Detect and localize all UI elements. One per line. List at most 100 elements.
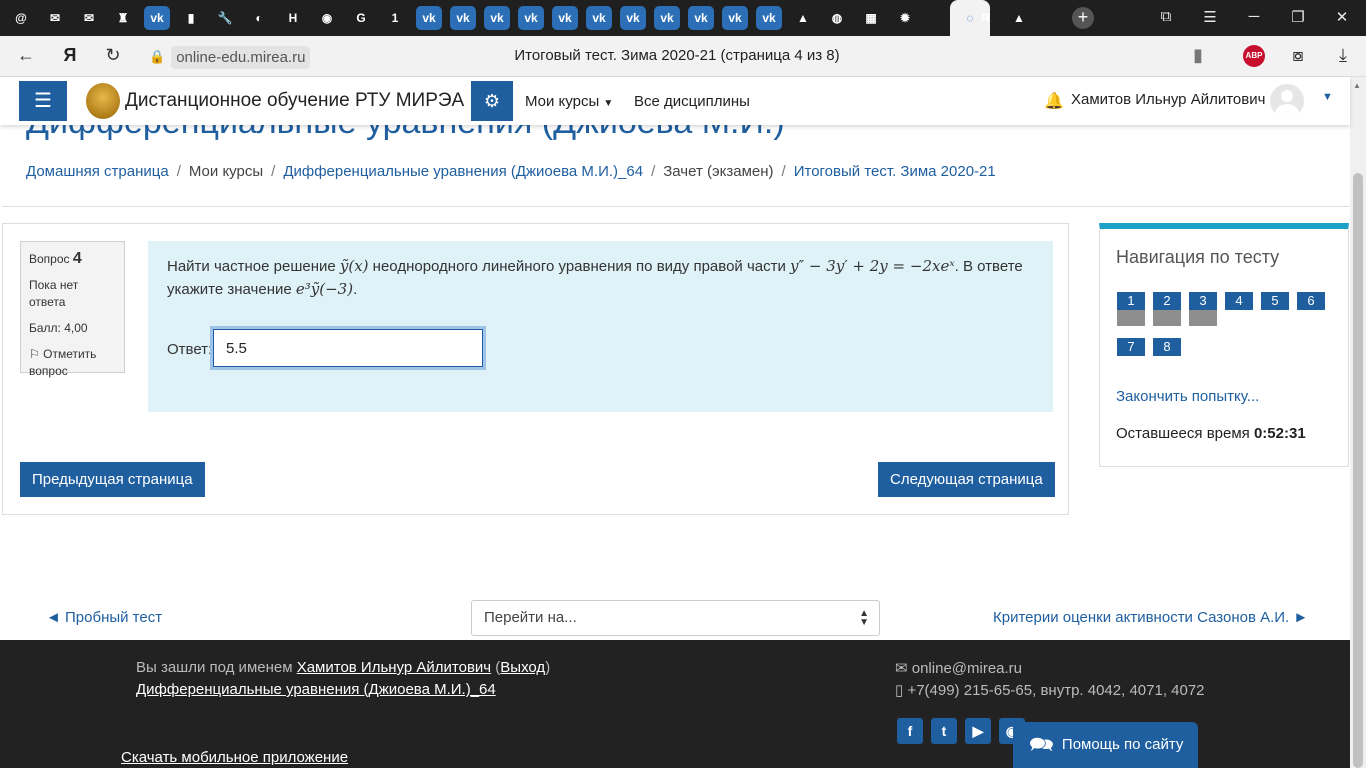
browser-tab[interactable]: vk — [484, 6, 510, 30]
browser-tab[interactable]: vk — [450, 6, 476, 30]
browser-tab[interactable]: @ — [8, 6, 34, 30]
back-arrow-icon[interactable]: ← — [14, 45, 38, 66]
mobile-app-link[interactable]: Скачать мобильное приложение — [121, 749, 348, 766]
breadcrumb-my-courses[interactable]: Мои курсы — [189, 163, 263, 180]
browser-tab[interactable]: G — [348, 6, 374, 30]
browser-tab[interactable]: ✉ — [76, 6, 102, 30]
user-caret-icon[interactable]: ▼ — [1322, 91, 1333, 103]
browser-tab[interactable]: vk — [416, 6, 442, 30]
browser-tab[interactable]: ▮ — [178, 6, 204, 30]
help-button[interactable]: 🗪 Помощь по сайту — [1013, 722, 1198, 768]
next-activity-link[interactable]: Критерии оценки активности Сазонов А.И. … — [993, 609, 1308, 626]
quiz-nav-button-state — [1153, 356, 1181, 368]
collections-icon[interactable]: ⧉ — [1156, 8, 1176, 25]
quiz-nav-button[interactable]: 1 — [1117, 292, 1145, 326]
breadcrumb-course[interactable]: Дифференциальные уравнения (Джиоева М.И.… — [283, 163, 643, 180]
url-field[interactable]: 🔒 online-edu.mirea.ru — [143, 44, 316, 70]
browser-tab[interactable]: vk — [688, 6, 714, 30]
jump-to-select[interactable]: Перейти на... ▲ ▼ — [471, 600, 880, 636]
browser-tab[interactable]: vk — [518, 6, 544, 30]
quiz-nav-button[interactable]: 2 — [1153, 292, 1181, 326]
twitter-icon[interactable]: t — [931, 718, 957, 744]
browser-tab[interactable]: ✉ — [42, 6, 68, 30]
quiz-nav-button-state — [1117, 356, 1145, 368]
footer-course-link[interactable]: Дифференциальные уравнения (Джиоева М.И.… — [136, 681, 496, 698]
site-logo[interactable] — [86, 83, 120, 119]
browser-tab[interactable]: ▲ — [790, 6, 816, 30]
facebook-icon[interactable]: f — [897, 718, 923, 744]
quiz-nav-button-number: 7 — [1117, 338, 1145, 356]
browser-tab[interactable]: vk — [620, 6, 646, 30]
scrollbar-thumb[interactable] — [1353, 173, 1363, 768]
gears-icon[interactable]: ⚙ — [471, 81, 513, 121]
youtube-icon[interactable]: ▶ — [965, 718, 991, 744]
quiz-nav-button[interactable]: 8 — [1153, 338, 1181, 368]
browser-tab[interactable]: vk — [144, 6, 170, 30]
browser-tab[interactable]: vk — [722, 6, 748, 30]
user-menu-name[interactable]: Хамитов Ильнур Айлитович — [1071, 91, 1265, 108]
browser-tab[interactable]: vk — [586, 6, 612, 30]
finish-attempt-link[interactable]: Закончить попытку... — [1116, 388, 1259, 405]
next-page-button[interactable]: Следующая страница — [878, 462, 1055, 497]
quiz-nav-button-number: 8 — [1153, 338, 1181, 356]
quiz-nav-button[interactable]: 6 — [1297, 292, 1325, 322]
browser-tab[interactable]: vk — [756, 6, 782, 30]
app-icon: ◉ — [321, 11, 333, 25]
region-main: Вопрос 4 Пока нет ответа Балл: 4,00 ⚐ От… — [2, 223, 1069, 515]
breadcrumb-section[interactable]: Зачет (экзамен) — [663, 163, 773, 180]
maximize-button[interactable]: ❐ — [1288, 8, 1308, 26]
close-button[interactable]: ✕ — [1332, 8, 1352, 26]
browser-tab[interactable]: ◉ — [314, 6, 340, 30]
browser-tab[interactable]: vk — [654, 6, 680, 30]
all-disciplines-link[interactable]: Все дисциплины — [634, 93, 750, 110]
extension-icon[interactable]: ⧇ — [1286, 45, 1310, 66]
previous-page-button[interactable]: Предыдущая страница — [20, 462, 205, 497]
minimize-button[interactable]: ─ — [1244, 8, 1264, 25]
answer-input[interactable] — [213, 329, 483, 367]
browser-tab[interactable]: vk — [552, 6, 578, 30]
browser-tab[interactable]: H — [280, 6, 306, 30]
app-icon: G — [356, 11, 366, 25]
menu-icon[interactable]: ☰ — [1200, 8, 1220, 26]
quiz-nav-button[interactable]: 5 — [1261, 292, 1289, 322]
quiz-nav-button[interactable]: 7 — [1117, 338, 1145, 368]
prev-activity-link[interactable]: ◄ Пробный тест — [46, 609, 162, 626]
breadcrumb-home[interactable]: Домашняя страница — [26, 163, 169, 180]
browser-tab[interactable]: ♜ — [110, 6, 136, 30]
bookmark-icon[interactable]: ▮ — [1186, 45, 1210, 66]
yandex-icon: Я — [980, 11, 990, 25]
browser-tab[interactable]: 1 — [382, 6, 408, 30]
logout-link[interactable]: Выход — [500, 659, 545, 676]
adblock-icon[interactable]: ABP — [1243, 45, 1265, 67]
yandex-icon[interactable]: Я — [58, 45, 82, 66]
logged-in-info: Вы зашли под именем Хамитов Ильнур Айлит… — [136, 659, 551, 676]
browser-tab[interactable]: ▲ — [1006, 6, 1032, 30]
my-courses-menu[interactable]: Мои курсы ▼ — [525, 93, 613, 110]
drawer-toggle-button[interactable]: ☰ — [19, 81, 67, 121]
scroll-up-icon[interactable]: ▲ — [1353, 81, 1361, 90]
quiz-nav-button[interactable]: 4 — [1225, 292, 1253, 322]
flag-question-link[interactable]: ⚐ Отметить вопрос — [29, 346, 116, 380]
avatar[interactable] — [1270, 84, 1304, 118]
page-scrollbar[interactable]: ▲ — [1350, 77, 1366, 768]
footer-user-link[interactable]: Хамитов Ильнур Айлитович — [297, 659, 491, 676]
browser-tab[interactable]: Я — [972, 6, 998, 30]
browser-tab[interactable]: ✹ — [892, 6, 918, 30]
mail-icon: ✉ — [83, 11, 95, 25]
image-icon: ▲ — [797, 11, 809, 25]
browser-tab[interactable]: ◍ — [824, 6, 850, 30]
vk-icon: vk — [660, 11, 674, 25]
quiz-nav-button[interactable]: 3 — [1189, 292, 1217, 326]
reload-icon[interactable]: ↻ — [101, 45, 125, 66]
download-icon[interactable]: ⤓ — [1331, 45, 1355, 66]
breadcrumb-quiz[interactable]: Итоговый тест. Зима 2020-21 — [794, 163, 996, 180]
new-tab-button[interactable]: + — [1072, 7, 1094, 29]
breadcrumb-sep: / — [271, 163, 276, 180]
quiz-nav-button-number: 5 — [1261, 292, 1289, 310]
browser-tab[interactable]: ▦ — [858, 6, 884, 30]
browser-tab[interactable]: ◐ — [246, 6, 272, 30]
browser-tab[interactable]: 🔧 — [212, 6, 238, 30]
bell-icon[interactable]: 🔔 — [1044, 91, 1064, 111]
site-name[interactable]: Дистанционное обучение РТУ МИРЭА — [125, 90, 464, 112]
quiz-navigation-title: Навигация по тесту — [1116, 247, 1280, 267]
